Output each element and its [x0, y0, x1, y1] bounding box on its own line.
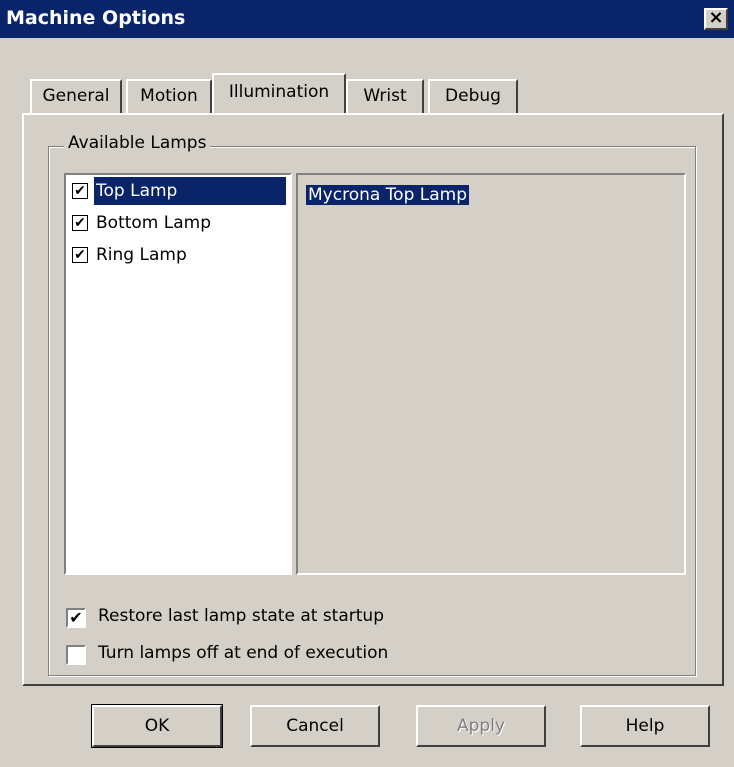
- tab-label: General: [42, 86, 110, 106]
- apply-button[interactable]: Apply: [416, 705, 546, 747]
- checkbox-label: Restore last lamp state at startup: [98, 606, 384, 626]
- button-label: OK: [144, 716, 170, 736]
- tab-label: Motion: [140, 86, 198, 106]
- cancel-button[interactable]: Cancel: [250, 705, 380, 747]
- list-item-label: Ring Lamp: [96, 245, 187, 265]
- checkbox-icon[interactable]: ✔: [66, 608, 86, 628]
- tab-label: Illumination: [228, 82, 330, 102]
- list-item[interactable]: ✔ Bottom Lamp: [70, 209, 286, 237]
- group-legend: Available Lamps: [64, 133, 211, 153]
- title-bar: Machine Options ×: [0, 0, 734, 38]
- ok-button[interactable]: OK: [91, 704, 223, 748]
- lamp-detail-field[interactable]: Mycrona Top Lamp: [296, 173, 686, 575]
- checkbox-icon[interactable]: ✔: [72, 247, 88, 263]
- list-item[interactable]: ✔ Top Lamp: [70, 177, 286, 205]
- button-label: Apply: [457, 716, 505, 736]
- list-item[interactable]: ✔ Ring Lamp: [70, 241, 286, 269]
- lamp-description: Mycrona Top Lamp: [306, 185, 470, 205]
- list-item-label: Bottom Lamp: [96, 213, 211, 233]
- close-icon: ×: [708, 7, 724, 28]
- tab-illumination[interactable]: Illumination: [212, 73, 346, 113]
- checkbox-icon[interactable]: [66, 645, 86, 665]
- lamp-list[interactable]: ✔ Top Lamp ✔ Bottom Lamp ✔ Ring Lamp: [64, 173, 292, 575]
- tab-general[interactable]: General: [30, 79, 122, 113]
- tab-label: Debug: [445, 86, 501, 106]
- button-label: Help: [625, 716, 665, 736]
- button-label: Cancel: [286, 716, 344, 736]
- list-item-label: Top Lamp: [94, 177, 286, 205]
- checkbox-label: Turn lamps off at end of execution: [98, 643, 389, 663]
- tab-motion[interactable]: Motion: [126, 79, 212, 113]
- checkbox-icon[interactable]: ✔: [72, 215, 88, 231]
- tab-wrist[interactable]: Wrist: [346, 79, 424, 113]
- help-button[interactable]: Help: [580, 705, 710, 747]
- tab-debug[interactable]: Debug: [428, 79, 518, 113]
- checkbox-icon[interactable]: ✔: [72, 183, 88, 199]
- tab-label: Wrist: [363, 86, 407, 106]
- close-button[interactable]: ×: [704, 8, 728, 30]
- window-title: Machine Options: [6, 7, 186, 29]
